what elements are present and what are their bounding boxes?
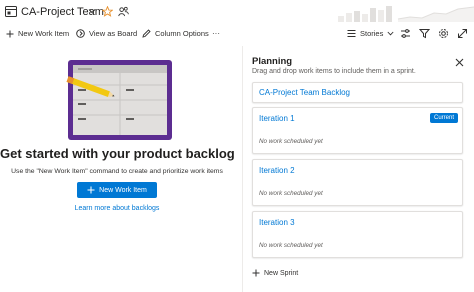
new-sprint-label: New Sprint: [264, 269, 299, 277]
plus-icon: [87, 186, 95, 194]
iteration-note: No work scheduled yet: [259, 242, 323, 249]
backlog-level-icon: [347, 30, 356, 37]
team-backlog-link[interactable]: CA-Project Team Backlog: [259, 88, 350, 97]
new-work-item-primary-button[interactable]: New Work Item: [77, 182, 157, 198]
pane-divider: [242, 46, 243, 292]
iteration-name[interactable]: Iteration 1: [259, 114, 295, 123]
backlog-level-label: Stories: [360, 29, 384, 38]
team-icon: [5, 6, 17, 17]
learn-more-link[interactable]: Learn more about backlogs: [0, 205, 234, 212]
view-as-board-button[interactable]: View as Board: [76, 25, 137, 42]
chevron-down-icon: [387, 31, 394, 36]
backlog-level-dropdown[interactable]: Stories: [347, 25, 394, 42]
gear-icon[interactable]: [438, 28, 449, 39]
backlog-illustration: [66, 60, 172, 140]
new-work-item-button[interactable]: New Work Item: [6, 25, 69, 42]
new-work-item-label: New Work Item: [18, 29, 70, 38]
velocity-chart-icon: [338, 6, 474, 22]
toolbar: New Work Item View as Board Column Optio…: [0, 25, 474, 42]
iteration-card[interactable]: Iteration 2 No work scheduled yet: [252, 159, 463, 206]
more-actions-label: ···: [212, 29, 220, 38]
view-icon: [76, 29, 85, 38]
view-as-board-label: View as Board: [89, 29, 138, 38]
column-options-label: Column Options: [155, 29, 209, 38]
planning-title: Planning: [252, 56, 293, 67]
chevron-down-icon[interactable]: [88, 8, 96, 14]
iteration-card[interactable]: Iteration 3 No work scheduled yet: [252, 211, 463, 258]
empty-state-title: Get started with your product backlog: [0, 146, 235, 161]
iteration-name[interactable]: Iteration 3: [259, 218, 295, 227]
primary-button-label: New Work Item: [99, 186, 147, 194]
plus-icon: [252, 269, 260, 277]
empty-state-subtitle: Use the "New Work Item" command to creat…: [11, 168, 223, 175]
iteration-note: No work scheduled yet: [259, 138, 323, 145]
star-icon[interactable]: [102, 6, 113, 17]
iteration-card[interactable]: Iteration 1 Current No work scheduled ye…: [252, 107, 463, 154]
team-backlog-card[interactable]: CA-Project Team Backlog: [252, 82, 463, 103]
planning-subtitle: Drag and drop work items to include them…: [252, 68, 416, 75]
filter-icon[interactable]: [419, 28, 430, 39]
current-badge: Current: [429, 113, 458, 123]
column-options-button[interactable]: Column Options: [142, 25, 209, 42]
close-icon[interactable]: [455, 58, 464, 67]
more-actions-button[interactable]: ···: [212, 25, 220, 42]
plus-icon: [6, 30, 14, 37]
expand-icon[interactable]: [457, 28, 468, 39]
iteration-name[interactable]: Iteration 2: [259, 166, 295, 175]
edit-icon: [142, 29, 151, 38]
team-members-icon[interactable]: [118, 6, 129, 17]
iteration-note: No work scheduled yet: [259, 190, 323, 197]
new-sprint-button[interactable]: New Sprint: [252, 267, 298, 279]
settings-sliders-icon[interactable]: [400, 28, 411, 39]
page-header: CA-Project Team: [0, 0, 474, 25]
